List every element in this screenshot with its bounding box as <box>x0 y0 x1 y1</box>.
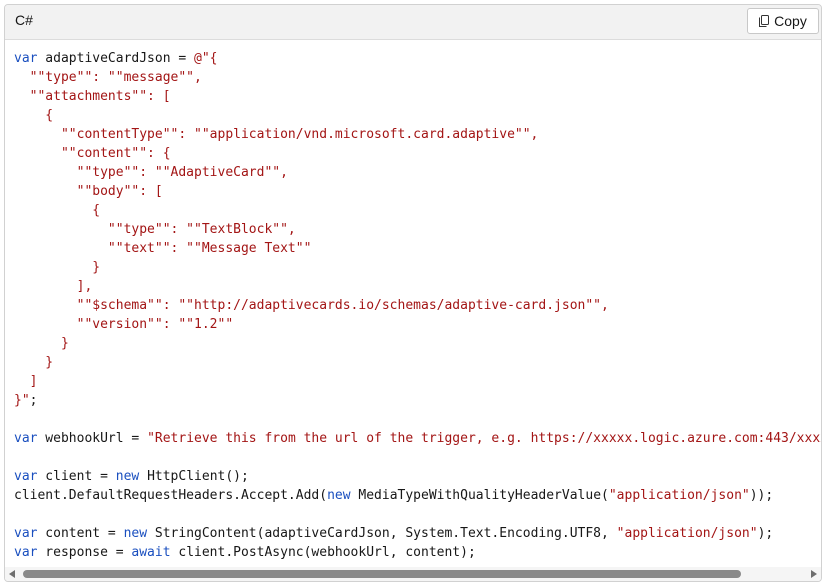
code-keyword: var <box>14 526 38 541</box>
code-line: var webhookUrl = "Retrieve this from the… <box>14 429 822 448</box>
code-line: ""text"": ""Message Text"" <box>14 239 821 258</box>
code-string: }" <box>14 393 30 408</box>
code-line: var content = new StringContent(adaptive… <box>14 524 821 543</box>
code-string: } <box>14 336 69 351</box>
language-label: C# <box>15 12 33 28</box>
code-line: } <box>14 334 821 353</box>
code-text: response = <box>37 545 132 560</box>
code-text: webhookUrl = <box>37 431 148 446</box>
code-text: client = <box>37 469 116 484</box>
code-string: ""type"": ""TextBlock"", <box>14 222 296 237</box>
code-line: ""attachments"": [ <box>14 87 821 106</box>
code-string: } <box>14 260 101 275</box>
code-string: ""type"": ""message"", <box>14 70 202 85</box>
code-text: adaptiveCardJson = <box>37 51 195 66</box>
code-text: MediaTypeWithQualityHeaderValue( <box>350 488 609 503</box>
copy-button-label: Copy <box>774 13 807 29</box>
code-line: ""type"": ""AdaptiveCard"", <box>14 163 821 182</box>
code-text: ); <box>757 526 774 541</box>
code-string: ] <box>14 374 38 389</box>
code-text: client.DefaultRequestHeaders.Accept.Add( <box>14 488 328 503</box>
copy-button[interactable]: Copy <box>747 8 819 34</box>
code-keyword: await <box>131 545 171 560</box>
code-content[interactable]: var adaptiveCardJson = @"{ ""type"": ""m… <box>14 49 822 562</box>
code-line: ""type"": ""message"", <box>14 68 821 87</box>
code-string: ""text"": ""Message Text"" <box>14 241 312 256</box>
code-line: } <box>14 353 821 372</box>
code-line: ""version"": ""1.2"" <box>14 315 821 334</box>
code-string: ], <box>14 279 93 294</box>
scrollbar-thumb[interactable] <box>23 570 741 578</box>
code-string: @"{ <box>194 51 218 66</box>
code-block-header: C# Copy <box>5 5 821 40</box>
code-line: ""body"": [ <box>14 182 821 201</box>
code-line: ], <box>14 277 821 296</box>
code-text: StringContent(adaptiveCardJson, System.T… <box>147 526 617 541</box>
code-line: ""content"": { <box>14 144 821 163</box>
code-keyword: var <box>14 431 38 446</box>
code-keyword: var <box>14 545 38 560</box>
copy-icon <box>759 15 770 27</box>
code-line: var response = await client.PostAsync(we… <box>14 543 821 562</box>
code-keyword: var <box>14 51 38 66</box>
scroll-left-arrow-icon[interactable] <box>9 570 15 578</box>
code-string: "Retrieve this from the url of the trigg… <box>147 431 822 446</box>
code-string: ""attachments"": [ <box>14 89 171 104</box>
code-string: "application/json" <box>616 526 758 541</box>
code-text: )); <box>749 488 774 503</box>
code-string: ""$schema"": ""http://adaptivecards.io/s… <box>14 298 609 313</box>
code-string: ""body"": [ <box>14 184 163 199</box>
scroll-right-arrow-icon[interactable] <box>811 570 817 578</box>
code-string: ""content"": { <box>14 146 171 161</box>
code-line: ""type"": ""TextBlock"", <box>14 220 821 239</box>
code-string: ""type"": ""AdaptiveCard"", <box>14 165 288 180</box>
code-line: { <box>14 106 821 125</box>
code-text: HttpClient(); <box>139 469 249 484</box>
code-string: { <box>14 203 101 218</box>
code-line: client.DefaultRequestHeaders.Accept.Add(… <box>14 486 821 505</box>
code-string: ""version"": ""1.2"" <box>14 317 234 332</box>
code-line: var client = new HttpClient(); <box>14 467 821 486</box>
code-block: C# Copy var adaptiveCardJson = @"{ ""typ… <box>4 4 822 582</box>
code-line: } <box>14 258 821 277</box>
code-line: ] <box>14 372 821 391</box>
code-line: }"; <box>14 391 821 410</box>
code-string: { <box>14 108 54 123</box>
code-string: ""contentType"": ""application/vnd.micro… <box>14 127 539 142</box>
code-line: var adaptiveCardJson = @"{ <box>14 49 821 68</box>
code-text: ; <box>29 393 38 408</box>
code-line: { <box>14 201 821 220</box>
code-string: } <box>14 355 54 370</box>
code-keyword: new <box>115 469 140 484</box>
code-keyword: new <box>123 526 148 541</box>
code-keyword: var <box>14 469 38 484</box>
code-line: ""contentType"": ""application/vnd.micro… <box>14 125 821 144</box>
code-line: ""$schema"": ""http://adaptivecards.io/s… <box>14 296 821 315</box>
code-text: client.PostAsync(webhookUrl, content); <box>170 545 476 560</box>
code-string: "application/json" <box>608 488 750 503</box>
code-text: content = <box>37 526 124 541</box>
horizontal-scrollbar[interactable] <box>5 567 821 581</box>
code-keyword: new <box>327 488 351 503</box>
